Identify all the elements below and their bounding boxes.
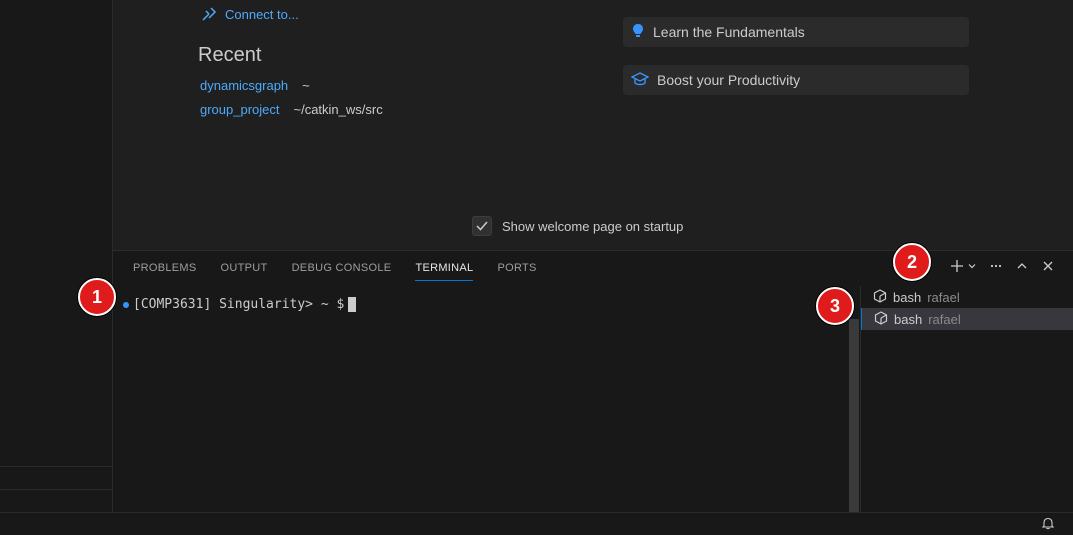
bottom-panel: PROBLEMS OUTPUT DEBUG CONSOLE TERMINAL P… <box>113 250 1073 513</box>
terminal-tab-user: rafael <box>928 311 961 327</box>
more-actions-button[interactable] <box>989 259 1003 273</box>
mortarboard-icon <box>630 71 650 89</box>
annotation-badge-2: 2 <box>893 243 931 281</box>
plus-icon <box>951 260 963 272</box>
sidebar-divider <box>0 489 112 490</box>
notifications-bell-icon[interactable] <box>1041 516 1055 535</box>
tab-ports[interactable]: PORTS <box>497 262 536 281</box>
new-terminal-button[interactable] <box>950 259 977 273</box>
sidebar-divider <box>0 466 112 467</box>
status-bar <box>0 512 1073 535</box>
annotation-badge-3: 3 <box>816 287 854 325</box>
terminal-tab-name: bash <box>893 289 922 305</box>
connect-to-label: Connect to... <box>225 6 299 22</box>
terminal-tab-name: bash <box>894 311 923 327</box>
command-decoration-icon <box>123 301 129 308</box>
recent-item-name[interactable]: group_project <box>200 102 280 117</box>
checkmark-icon <box>476 221 488 231</box>
close-panel-button[interactable] <box>1041 259 1055 273</box>
terminal-tabs-list: bash rafael bash rafael <box>860 286 1073 513</box>
walkthrough-label: Learn the Fundamentals <box>653 24 805 40</box>
panel-actions <box>950 259 1055 273</box>
walkthrough-label: Boost your Productivity <box>657 72 801 88</box>
terminal-icon <box>873 288 887 306</box>
connect-to-link[interactable]: Connect to... <box>201 6 299 22</box>
primary-sidebar <box>0 0 113 512</box>
terminal-prompt-line[interactable]: [COMP3631] Singularity> ~ $ <box>123 297 357 312</box>
panel-tabs: PROBLEMS OUTPUT DEBUG CONSOLE TERMINAL P… <box>133 262 537 281</box>
remote-icon <box>201 6 217 22</box>
close-icon <box>1043 261 1053 271</box>
terminal-icon <box>874 310 888 328</box>
more-icon <box>990 264 1002 268</box>
walkthrough-productivity[interactable]: Boost your Productivity <box>623 65 969 95</box>
tab-terminal[interactable]: TERMINAL <box>415 262 474 281</box>
terminal-prompt: [COMP3631] Singularity> ~ $ <box>133 297 345 312</box>
terminal-cursor <box>348 297 357 312</box>
recent-item-path: ~/catkin_ws/src <box>293 102 383 117</box>
maximize-icon <box>1017 263 1027 269</box>
tab-output[interactable]: OUTPUT <box>221 262 268 281</box>
show-on-startup[interactable]: Show welcome page on startup <box>472 216 683 236</box>
walkthrough-fundamentals[interactable]: Learn the Fundamentals <box>623 17 969 47</box>
terminal-scrollbar[interactable] <box>849 319 859 513</box>
recent-item-name[interactable]: dynamicsgraph <box>200 78 288 93</box>
welcome-page: Connect to... Recent dynamicsgraph ~ gro… <box>113 0 1073 250</box>
lightbulb-icon <box>631 23 645 42</box>
recent-item[interactable]: group_project ~/catkin_ws/src <box>200 102 383 117</box>
recent-item[interactable]: dynamicsgraph ~ <box>200 78 310 93</box>
terminal-tab-user: rafael <box>927 289 960 305</box>
maximize-panel-button[interactable] <box>1015 259 1029 273</box>
tab-problems[interactable]: PROBLEMS <box>133 262 197 281</box>
terminal-tab-active[interactable]: bash rafael <box>861 308 1073 330</box>
annotation-badge-1: 1 <box>78 278 116 316</box>
terminal-tab[interactable]: bash rafael <box>861 286 1073 308</box>
tab-debug-console[interactable]: DEBUG CONSOLE <box>292 262 392 281</box>
chevron-down-icon <box>968 264 976 269</box>
recent-item-path: ~ <box>302 78 310 93</box>
startup-label: Show welcome page on startup <box>502 218 684 234</box>
startup-checkbox[interactable] <box>472 216 492 236</box>
recent-title: Recent <box>198 44 262 66</box>
